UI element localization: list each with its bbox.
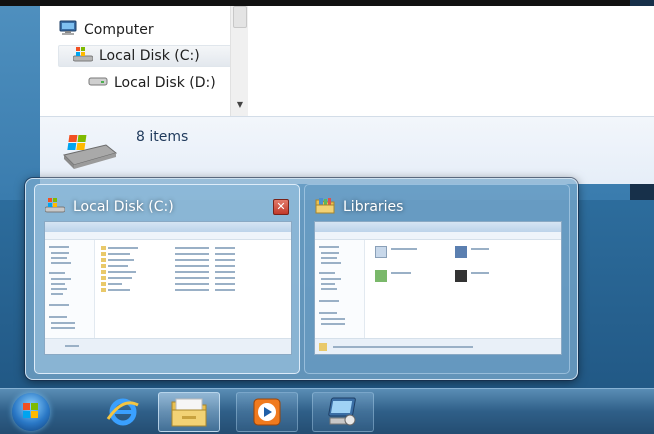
- nav-item-local-disk-c[interactable]: Local Disk (C:): [58, 45, 246, 67]
- taskbar: [0, 388, 654, 434]
- internet-explorer-icon: [106, 398, 139, 426]
- item-count: 8 items: [136, 129, 189, 145]
- windows-drive-icon: [44, 197, 66, 217]
- taskbar-windows-explorer[interactable]: [158, 392, 220, 432]
- close-icon: ✕: [276, 200, 286, 213]
- mini-status-bar: [45, 338, 291, 354]
- thumbnail-preview-explorer-c: [44, 221, 292, 355]
- taskbar-internet-explorer[interactable]: [92, 392, 154, 432]
- thumbnail-title-text: Libraries: [343, 199, 404, 215]
- thumbnail-preview-libraries: [314, 221, 562, 355]
- nav-item-label: Local Disk (C:): [99, 48, 200, 64]
- drive-large-icon: [60, 131, 118, 175]
- nav-scrollbar[interactable]: ▼: [230, 6, 248, 116]
- libraries-folder-icon: [315, 196, 335, 218]
- navigation-pane: Computer Local Disk (C:) Local Disk (D:)…: [40, 6, 248, 116]
- nav-item-label: Computer: [84, 22, 154, 38]
- start-button[interactable]: [12, 393, 50, 431]
- scroll-thumb[interactable]: [233, 6, 247, 28]
- taskbar-thumbnail-popup: Local Disk (C:) ✕ Libraries: [25, 178, 578, 380]
- mini-command-bar: [45, 232, 291, 240]
- thumbnail-local-disk-c[interactable]: Local Disk (C:) ✕: [34, 184, 300, 374]
- windows-logo-icon: [23, 403, 38, 418]
- windows-drive-icon: [72, 46, 94, 66]
- thumbnail-title-text: Local Disk (C:): [73, 199, 174, 215]
- thumbnail-libraries[interactable]: Libraries: [304, 184, 570, 374]
- mini-status-bar: [315, 338, 561, 354]
- mini-nav-pane: [45, 240, 95, 338]
- explorer-window: Computer Local Disk (C:) Local Disk (D:)…: [40, 6, 654, 184]
- thumbnail-title: Local Disk (C:): [44, 197, 174, 217]
- thumbnail-title: Libraries: [315, 197, 403, 217]
- nav-item-label: Local Disk (D:): [114, 75, 216, 91]
- nav-item-computer[interactable]: Computer: [58, 19, 154, 41]
- taskbar-media-player[interactable]: [236, 392, 298, 432]
- scroll-down-arrow-icon[interactable]: ▼: [234, 100, 246, 110]
- taskbar-remote-desktop[interactable]: [312, 392, 374, 432]
- mini-command-bar: [315, 232, 561, 240]
- folder-icon: [171, 398, 207, 427]
- drive-icon: [88, 75, 108, 91]
- mini-nav-pane: [315, 240, 365, 338]
- remote-desktop-icon: [328, 397, 356, 426]
- mini-address-bar: [45, 222, 291, 232]
- nav-item-local-disk-d[interactable]: Local Disk (D:): [88, 72, 216, 94]
- mini-address-bar: [315, 222, 561, 232]
- thumbnail-close-button[interactable]: ✕: [273, 199, 289, 215]
- media-player-icon: [253, 398, 281, 426]
- details-pane: 8 items: [40, 116, 654, 184]
- computer-icon: [58, 20, 78, 40]
